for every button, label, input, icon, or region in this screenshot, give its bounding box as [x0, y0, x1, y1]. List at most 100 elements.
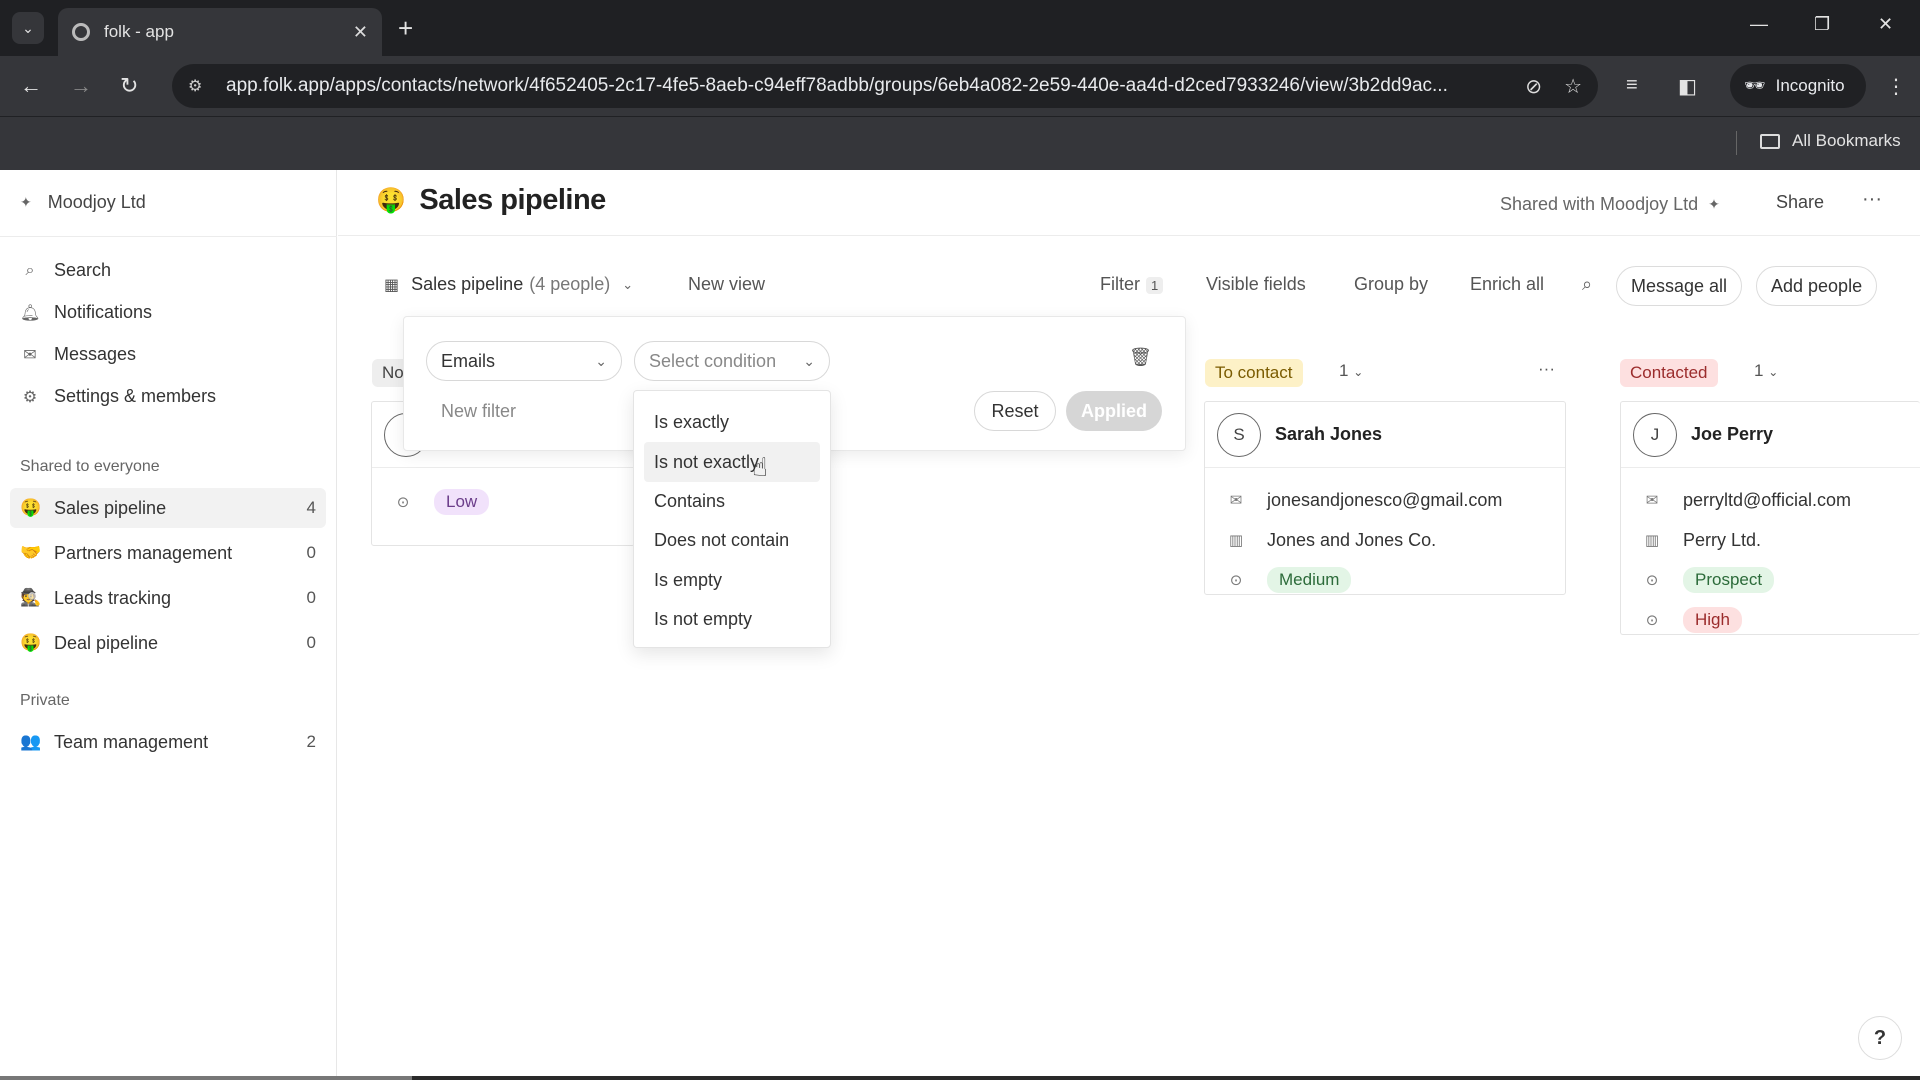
sidebar-item-settings[interactable]: ⚙ Settings & members — [20, 386, 216, 407]
priority-pill[interactable]: Medium — [1267, 567, 1352, 593]
filter-field-select[interactable]: Emails ⌄ — [426, 341, 622, 381]
forward-icon[interactable]: → — [70, 72, 92, 100]
filter-condition-select[interactable]: Select condition ⌄ — [634, 341, 830, 381]
condition-option[interactable]: Is not exactly — [644, 442, 820, 482]
more-options-icon[interactable]: ··· — [1862, 188, 1882, 211]
reload-icon[interactable]: ↻ — [120, 72, 138, 100]
sidebar-group-deal-pipeline[interactable]: 🤑 Deal pipeline 0 — [10, 623, 326, 663]
contact-email[interactable]: jonesandjonesco@gmail.com — [1267, 490, 1502, 511]
chevron-down-icon: ⌄ — [595, 352, 607, 369]
trash-icon[interactable]: 🗑︎ — [1129, 347, 1152, 368]
group-count: 0 — [306, 543, 316, 562]
contact-card[interactable]: J Joe Perry ✉ perryltd@official.com ▥ Pe… — [1620, 401, 1920, 635]
filter-button[interactable]: Filter 1 — [1100, 274, 1164, 295]
group-label: Partners management — [54, 542, 233, 563]
message-all-button[interactable]: Message all — [1616, 266, 1743, 306]
condition-option[interactable]: Contains — [644, 482, 820, 521]
condition-option[interactable]: Is empty — [644, 561, 820, 600]
sidebar-item-label: Settings & members — [54, 386, 217, 406]
restore-icon[interactable]: ❐ — [1814, 14, 1830, 35]
hand-cursor-icon: ☝︎ — [752, 452, 768, 482]
reset-button[interactable]: Reset — [974, 391, 1056, 431]
contact-email[interactable]: perryltd@official.com — [1683, 490, 1851, 511]
close-window-icon[interactable]: ✕ — [1878, 14, 1893, 35]
column-tag-contacted[interactable]: Contacted — [1620, 359, 1718, 387]
search-icon[interactable]: ⌕ — [1582, 274, 1592, 295]
group-count: 4 — [306, 498, 316, 517]
handshake-icon: 🤝 — [20, 543, 42, 562]
card-header: J Joe Perry — [1621, 402, 1920, 468]
group-label: Team management — [54, 731, 209, 752]
sidebar-group-leads-tracking[interactable]: 🕵️ Leads tracking 0 — [10, 578, 326, 618]
status-circle-icon: ⊙ — [1229, 572, 1243, 589]
visible-fields-button[interactable]: Visible fields — [1206, 274, 1306, 295]
column-more-icon[interactable]: ··· — [1538, 359, 1555, 379]
filter-count-badge: 1 — [1146, 277, 1164, 294]
eye-off-icon[interactable]: ⊘ — [1525, 74, 1542, 99]
condition-option[interactable]: Does not contain — [644, 521, 820, 560]
group-label: Leads tracking — [54, 587, 172, 608]
sidebar-group-team-management[interactable]: 👥 Team management 2 — [10, 722, 326, 762]
sidebar-group-sales-pipeline[interactable]: 🤑 Sales pipeline 4 — [10, 488, 326, 528]
back-icon[interactable]: ← — [20, 72, 42, 100]
workspace-switcher[interactable]: ✦ Moodjoy Ltd — [20, 192, 146, 213]
url-text: app.folk.app/apps/contacts/network/4f652… — [226, 75, 1448, 96]
group-by-button[interactable]: Group by — [1354, 274, 1428, 295]
column-tag-to-contact[interactable]: To contact — [1205, 359, 1303, 387]
star-icon[interactable]: ☆ — [1564, 74, 1582, 99]
search-icon: ⌕ — [25, 261, 35, 279]
building-icon: ▥ — [1228, 532, 1244, 549]
shared-with-indicator[interactable]: Shared with Moodjoy Ltd ✦ — [1500, 194, 1720, 215]
sidebar-item-messages[interactable]: ✉ Messages — [20, 344, 136, 365]
share-button[interactable]: Share — [1776, 192, 1824, 213]
chevron-down-icon: ⌄ — [1353, 365, 1364, 379]
side-panel-icon[interactable]: ◧ — [1678, 74, 1697, 99]
all-bookmarks-button[interactable]: All Bookmarks — [1760, 131, 1901, 151]
status-pill[interactable]: Prospect — [1683, 567, 1775, 593]
tab-search-button[interactable]: ⌄ — [12, 12, 44, 44]
sidebar-item-search[interactable]: ⌕ Search — [20, 260, 112, 281]
close-tab-icon[interactable]: ✕ — [353, 22, 368, 43]
page-title: 🤑 Sales pipeline — [376, 184, 606, 217]
gear-icon: ⚙ — [22, 388, 38, 406]
condition-option[interactable]: Is exactly — [644, 403, 820, 442]
address-bar[interactable]: ⚙ app.folk.app/apps/contacts/network/4f6… — [172, 64, 1598, 108]
site-info-icon[interactable]: ⚙ — [188, 76, 210, 96]
contact-name[interactable]: Joe Perry — [1691, 424, 1773, 445]
incognito-badge[interactable]: 🕶 Incognito — [1730, 64, 1866, 108]
all-bookmarks-label: All Bookmarks — [1792, 131, 1901, 150]
building-icon: ▥ — [1644, 532, 1660, 549]
new-filter-button[interactable]: New filter — [441, 401, 516, 422]
bookmarks-divider — [1736, 131, 1737, 155]
column-count[interactable]: 1 ⌄ — [1339, 361, 1363, 381]
new-view-button[interactable]: New view — [688, 274, 765, 295]
media-icon[interactable]: ≡ — [1626, 74, 1638, 97]
add-people-button[interactable]: Add people — [1756, 266, 1878, 306]
filter-field-value: Emails — [441, 350, 496, 371]
browser-tab[interactable]: folk - app ✕ — [58, 8, 382, 56]
column-count-value: 1 — [1754, 361, 1764, 380]
view-selector[interactable]: ▦ Sales pipeline (4 people) ⌄ — [384, 274, 633, 295]
new-tab-button[interactable]: + — [398, 12, 413, 44]
sidebar-item-label: Notifications — [54, 302, 153, 322]
sidebar-item-label: Messages — [54, 344, 137, 364]
sidebar-group-partners-management[interactable]: 🤝 Partners management 0 — [10, 533, 326, 573]
column-count[interactable]: 1 ⌄ — [1754, 361, 1778, 381]
contact-company[interactable]: Jones and Jones Co. — [1267, 530, 1436, 551]
status-circle-icon: ⊙ — [396, 494, 410, 511]
priority-pill[interactable]: High — [1683, 607, 1742, 633]
contact-card[interactable]: S Sarah Jones ✉ jonesandjonesco@gmail.co… — [1204, 401, 1566, 595]
minimize-icon[interactable]: — — [1750, 14, 1768, 35]
contact-company[interactable]: Perry Ltd. — [1683, 530, 1761, 551]
contact-name[interactable]: Sarah Jones — [1275, 424, 1382, 445]
enrich-all-button[interactable]: Enrich all — [1470, 274, 1544, 295]
board-view-icon: ▦ — [384, 276, 400, 294]
applied-button[interactable]: Applied — [1066, 391, 1162, 431]
page-title-text: Sales pipeline — [419, 184, 606, 216]
money-face-icon: 🤑 — [376, 187, 406, 214]
priority-pill[interactable]: Low — [434, 489, 490, 515]
help-button[interactable]: ? — [1858, 1016, 1902, 1060]
condition-option[interactable]: Is not empty — [644, 600, 820, 639]
kebab-menu-icon[interactable]: ⋮ — [1886, 74, 1906, 99]
sidebar-item-notifications[interactable]: 🔔︎ Notifications — [20, 302, 152, 323]
